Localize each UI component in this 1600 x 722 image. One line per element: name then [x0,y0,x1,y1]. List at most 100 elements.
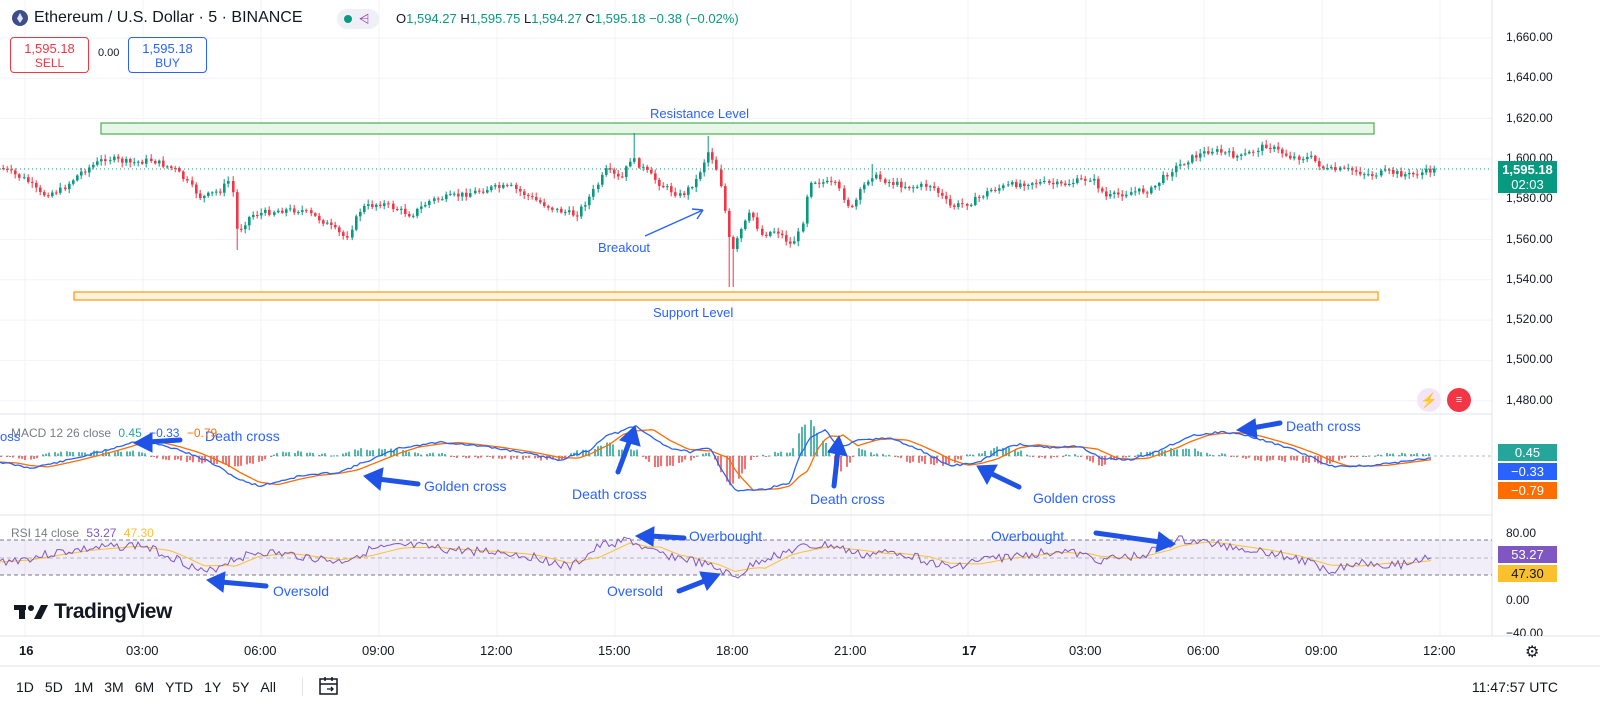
macd-line-badge: −0.33 [1498,463,1557,480]
candle-body [1273,146,1276,150]
candle-body [1203,151,1206,154]
candle-body [896,181,899,185]
lightning-icon[interactable]: ⚡ [1417,388,1441,412]
macd-hist-bar [1425,454,1427,456]
breakout-label[interactable]: Breakout [598,240,650,255]
macd-hist-bar [1422,453,1424,456]
death-cross-label[interactable]: Death cross [572,486,647,502]
macd-hist-bar [504,456,506,459]
candle-body [711,152,714,160]
candle-body [1265,144,1268,148]
us-flag-icon[interactable]: ≡ [1447,388,1471,412]
sell-button[interactable]: 1,595.18 SELL [10,37,89,73]
macd-hist-bar [444,454,446,456]
timeframe-6m[interactable]: 6M [135,679,154,695]
macd-hist-bar [672,456,674,466]
macd-hist-bar [1302,456,1304,463]
candle-body [334,224,337,228]
macd-hist-bar [408,451,410,456]
candle-body [1146,192,1149,194]
oversold-label[interactable]: Oversold [273,583,329,599]
macd-hist-bar [474,456,476,457]
candle-body [547,206,550,208]
macd-hist-bar [612,444,614,456]
overbought-label[interactable]: Overbought [689,528,762,544]
golden-cross-label[interactable]: Golden cross [1033,490,1115,506]
chart-canvas[interactable] [0,0,1600,722]
support-zone[interactable] [73,291,1379,301]
candle-body [707,152,710,163]
macd-hist-bar [690,456,692,461]
rsi-legend[interactable]: RSI 14 close 53.27 47.30 [11,526,154,540]
macd-hist-bar [1236,456,1238,458]
macd-hist-bar [762,454,764,456]
candle-body [1195,155,1198,158]
macd-signal-badge: −0.79 [1498,482,1557,499]
rsi-title: RSI 14 close [11,526,80,540]
oversold-label[interactable]: Oversold [607,583,663,599]
candle-body [945,195,948,200]
macd-hist-bar [753,456,755,457]
candle-body [268,209,271,215]
tradingview-wordmark: TradingView [54,600,172,623]
status-pill[interactable]: ⩤ [337,9,379,29]
candle-body [818,182,821,184]
tradingview-logo[interactable]: TradingView [14,600,172,624]
macd-hist-bar [804,424,806,456]
candle-body [244,225,247,230]
macd-hist-bar [744,456,746,470]
macd-hist-bar [1278,456,1280,461]
candle-body [679,193,682,196]
macd-hist-bar [894,456,896,457]
timeframe-1m[interactable]: 1M [74,679,93,695]
macd-hist-bar [522,456,524,460]
macd-hist-bar [1224,453,1226,456]
golden-cross-label[interactable]: Golden cross [424,478,506,494]
timeframe-5y[interactable]: 5Y [232,679,249,695]
time-axis-tick: 03:00 [126,643,159,658]
buy-button[interactable]: 1,595.18 BUY [128,37,207,73]
candle-body [638,158,641,168]
timeframe-all[interactable]: All [260,679,276,695]
macd-hist-bar [246,456,248,465]
date-range-icon[interactable] [318,676,340,696]
timeframe-5d[interactable]: 5D [45,679,63,695]
death-cross-label[interactable]: Death cross [1286,418,1361,434]
macd-hist-bar [1374,455,1376,457]
settings-gear-icon[interactable]: ⚙ [1525,642,1539,662]
overbought-label[interactable]: Overbought [991,528,1064,544]
candle-body [424,204,427,207]
candle-body [502,184,505,188]
death-cross-label[interactable]: Death cross [810,491,885,507]
macd-hist-bar [1026,454,1028,456]
macd-hist-bar [309,452,311,456]
resistance-label[interactable]: Resistance Level [650,106,749,121]
candle-body [482,191,485,193]
candle-body [904,186,907,188]
symbol-title[interactable]: Ethereum / U.S. Dollar · 5 · BINANCE [12,9,303,27]
candle-body [301,210,304,212]
macd-hist-bar [318,454,320,456]
macd-hist-bar [1350,456,1352,457]
timeframe-1y[interactable]: 1Y [204,679,221,695]
timeframe-1d[interactable]: 1D [16,679,34,695]
macd-hist-bar [606,442,608,456]
resistance-zone[interactable] [100,122,1375,135]
price-axis-tick: 1,500.00 [1506,352,1553,367]
timeframe-ytd[interactable]: YTD [165,679,193,695]
timeframe-3m[interactable]: 3M [104,679,123,695]
support-label[interactable]: Support Level [653,305,733,320]
macd-hist-bar [942,456,944,466]
candle-body [23,177,26,179]
candle-body [338,227,341,233]
macd-hist-bar [642,456,644,457]
candle-body [1425,168,1428,173]
breakout-arrow[interactable] [644,209,704,237]
candle-body [687,187,690,196]
candle-body [1285,153,1288,156]
clock[interactable]: 11:47:57 UTC [1472,679,1558,695]
candle-body [1400,171,1403,177]
candle-body [1293,156,1296,159]
candle-body [2,168,5,169]
macd-legend[interactable]: MACD 12 26 close 0.45 −0.33 −0.79 [11,426,217,440]
